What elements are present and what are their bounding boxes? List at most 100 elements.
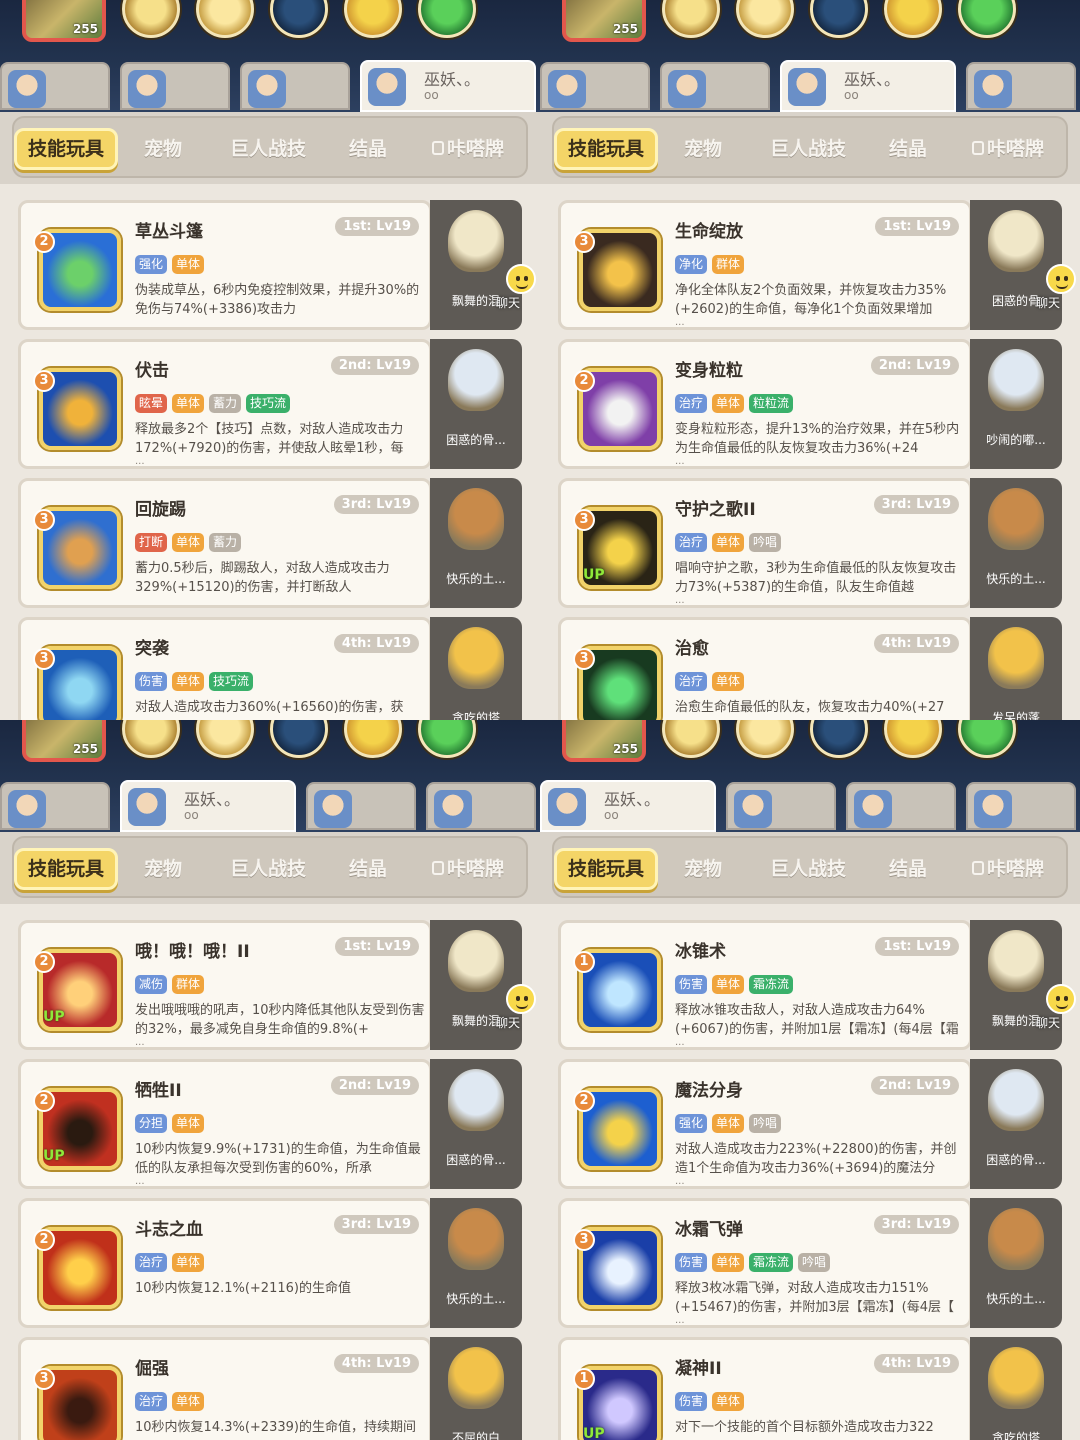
pet-slot[interactable]: 快乐的土... — [430, 1198, 522, 1328]
nav-tab[interactable]: 宠物 — [128, 128, 198, 170]
party-member-tab[interactable] — [966, 62, 1076, 110]
pet-slot[interactable]: 困惑的骨... — [430, 1059, 522, 1189]
pet-slot[interactable]: 发呆的蓬 — [970, 617, 1062, 720]
skill-orb-icon[interactable] — [344, 0, 402, 38]
nav-tab[interactable]: 宠物 — [668, 848, 738, 890]
pet-slot[interactable]: 快乐的土... — [970, 478, 1062, 608]
nav-tab[interactable]: 结晶 — [876, 848, 940, 890]
skill-orb-icon[interactable] — [884, 720, 942, 758]
nav-tab[interactable]: 咔嗒牌 — [958, 128, 1058, 170]
skill-orb-icon[interactable] — [958, 720, 1016, 758]
party-member-tab[interactable] — [426, 782, 536, 830]
nav-tab[interactable]: 技能玩具 — [14, 128, 118, 170]
chat-label[interactable]: 聊天 — [496, 294, 520, 311]
skill-orb-icon[interactable] — [270, 0, 328, 38]
skill-card[interactable]: 2 魔法分身 2nd: Lv19 强化 单体 吟唱 对敌人造成攻击力223%(+22… — [558, 1059, 1062, 1189]
party-member-tab[interactable] — [120, 62, 230, 110]
skill-card[interactable]: 3 倔强 4th: Lv19 治疗 单体 10秒内恢复14.3%(+2339)的生… — [18, 1337, 522, 1440]
chat-label[interactable]: 聊天 — [1036, 294, 1060, 311]
skill-card[interactable]: 3 冰霜飞弹 3rd: Lv19 伤害 单体 霜冻流 吟唱 释放3枚冰霜飞弹，对敌人造… — [558, 1198, 1062, 1328]
skill-orb-icon[interactable] — [958, 0, 1016, 38]
party-member-tab[interactable] — [0, 62, 110, 110]
skill-card[interactable]: 1 冰锥术 1st: Lv19 伤害 单体 霜冻流 释放冰锥攻击敌人，对敌人造成攻击… — [558, 920, 1076, 1050]
chat-icon[interactable] — [506, 984, 536, 1014]
chat-icon[interactable] — [1046, 264, 1076, 294]
skill-card[interactable]: 1 UP 凝神II 4th: Lv19 伤害 单体 对下一个技能的首个目标额外造成… — [558, 1337, 1062, 1440]
skill-orb-icon[interactable] — [122, 0, 180, 38]
skill-card[interactable]: 3 伏击 2nd: Lv19 眩晕 单体 蓄力 技巧流 释放最多2个【技巧】点数，对敌… — [18, 339, 522, 469]
skill-orb-icon[interactable] — [736, 720, 794, 758]
party-member-tab[interactable] — [240, 62, 350, 110]
skill-orb-icon[interactable] — [662, 720, 720, 758]
nav-tab[interactable]: 宠物 — [668, 128, 738, 170]
party-member-tab[interactable] — [846, 782, 956, 830]
skill-orb-icon[interactable] — [344, 720, 402, 758]
skill-orb-icon[interactable] — [418, 720, 476, 758]
skill-card[interactable]: 3 治愈 4th: Lv19 治疗 单体 治愈生命值最低的队友，恢复攻击力40%(… — [558, 617, 1062, 720]
character-avatar[interactable]: 255 — [22, 0, 106, 42]
party-member-tab[interactable]: 巫妖、。 oo — [540, 780, 716, 832]
nav-tab[interactable]: 咔嗒牌 — [418, 128, 518, 170]
party-member-tab[interactable] — [0, 782, 110, 830]
skill-card[interactable]: 3 回旋踢 3rd: Lv19 打断 单体 蓄力 蓄力0.5秒后，脚踢敌人，对敌人造… — [18, 478, 522, 608]
chat-label[interactable]: 聊天 — [496, 1014, 520, 1031]
pet-slot[interactable]: 困惑的骨... — [430, 339, 522, 469]
chat-icon[interactable] — [506, 264, 536, 294]
party-member-tab[interactable] — [660, 62, 770, 110]
nav-tab[interactable]: 技能玩具 — [14, 848, 118, 890]
category-nav: 技能玩具 宠物 巨人战技 结晶 咔嗒牌 — [0, 832, 540, 904]
nav-tab[interactable]: 宠物 — [128, 848, 198, 890]
skill-card[interactable]: 2 UP 哦！哦！哦！II 1st: Lv19 减伤 群体 发出哦哦哦的吼声，10… — [18, 920, 536, 1050]
skill-orb-icon[interactable] — [196, 0, 254, 38]
character-avatar[interactable]: 255 — [22, 720, 106, 762]
nav-tab[interactable]: 巨人战技 — [214, 848, 322, 890]
pet-slot[interactable]: 快乐的土... — [430, 478, 522, 608]
skill-orb-icon[interactable] — [736, 0, 794, 38]
chat-label[interactable]: 聊天 — [1036, 1014, 1060, 1031]
skill-orb-icon[interactable] — [270, 720, 328, 758]
party-member-tab[interactable] — [726, 782, 836, 830]
party-member-tab[interactable]: 巫妖、。 oo — [120, 780, 296, 832]
party-member-tab[interactable]: 巫妖、。 oo — [780, 60, 956, 112]
party-member-tab[interactable] — [966, 782, 1076, 830]
character-avatar[interactable]: 255 — [562, 720, 646, 762]
nav-tab[interactable]: 技能玩具 — [554, 128, 658, 170]
skill-orb-icon[interactable] — [662, 0, 720, 38]
nav-tab[interactable]: 巨人战技 — [754, 848, 862, 890]
nav-tab[interactable]: 咔嗒牌 — [418, 848, 518, 890]
skill-card[interactable]: 2 斗志之血 3rd: Lv19 治疗 单体 10秒内恢复12.1%(+2116)… — [18, 1198, 522, 1328]
nav-tab[interactable]: 咔嗒牌 — [958, 848, 1058, 890]
skill-card[interactable]: 3 生命绽放 1st: Lv19 净化 群体 净化全体队友2个负面效果，并恢复攻击… — [558, 200, 1076, 330]
party-member-tab[interactable]: 巫妖、。 oo — [360, 60, 536, 112]
skill-card-body: 2 变身粒粒 2nd: Lv19 治疗 单体 粒粒流 变身粒粒形态，提升13%的治疗… — [558, 339, 972, 469]
skill-orb-icon[interactable] — [810, 0, 868, 38]
skill-orb-icon[interactable] — [122, 720, 180, 758]
party-member-avatar — [314, 790, 352, 828]
skill-tag: 单体 — [172, 255, 205, 274]
skill-card[interactable]: 2 UP 牺牲II 2nd: Lv19 分担 单体 10秒内恢复9.9%(+173… — [18, 1059, 522, 1189]
pet-slot[interactable]: 困惑的骨... — [970, 1059, 1062, 1189]
character-avatar[interactable]: 255 — [562, 0, 646, 42]
skill-orb-icon[interactable] — [884, 0, 942, 38]
skill-orb-icon[interactable] — [418, 0, 476, 38]
nav-tab[interactable]: 结晶 — [336, 848, 400, 890]
skill-card[interactable]: 3 UP 守护之歌II 3rd: Lv19 治疗 单体 吟唱 唱响守护之歌，3秒为生… — [558, 478, 1062, 608]
chat-icon[interactable] — [1046, 984, 1076, 1014]
skill-card[interactable]: 3 突袭 4th: Lv19 伤害 单体 技巧流 对敌人造成攻击力360%(+165… — [18, 617, 522, 720]
pet-slot[interactable]: 快乐的土... — [970, 1198, 1062, 1328]
nav-tab[interactable]: 技能玩具 — [554, 848, 658, 890]
skill-card[interactable]: 2 变身粒粒 2nd: Lv19 治疗 单体 粒粒流 变身粒粒形态，提升13%的治疗… — [558, 339, 1062, 469]
skill-orb-icon[interactable] — [196, 720, 254, 758]
nav-tab[interactable]: 巨人战技 — [754, 128, 862, 170]
nav-tab[interactable]: 巨人战技 — [214, 128, 322, 170]
pet-slot[interactable]: 吵闹的嘟... — [970, 339, 1062, 469]
nav-tab[interactable]: 结晶 — [336, 128, 400, 170]
party-member-tab[interactable] — [306, 782, 416, 830]
skill-card[interactable]: 2 草丛斗篷 1st: Lv19 强化 单体 伪装成草丛，6秒内免疫控制效果，并提… — [18, 200, 536, 330]
party-member-tab[interactable] — [540, 62, 650, 110]
pet-slot[interactable]: 贪吃的塔 — [430, 617, 522, 720]
nav-tab[interactable]: 结晶 — [876, 128, 940, 170]
pet-slot[interactable]: 不屈的白 — [430, 1337, 522, 1440]
pet-slot[interactable]: 贪吃的塔 — [970, 1337, 1062, 1440]
skill-orb-icon[interactable] — [810, 720, 868, 758]
